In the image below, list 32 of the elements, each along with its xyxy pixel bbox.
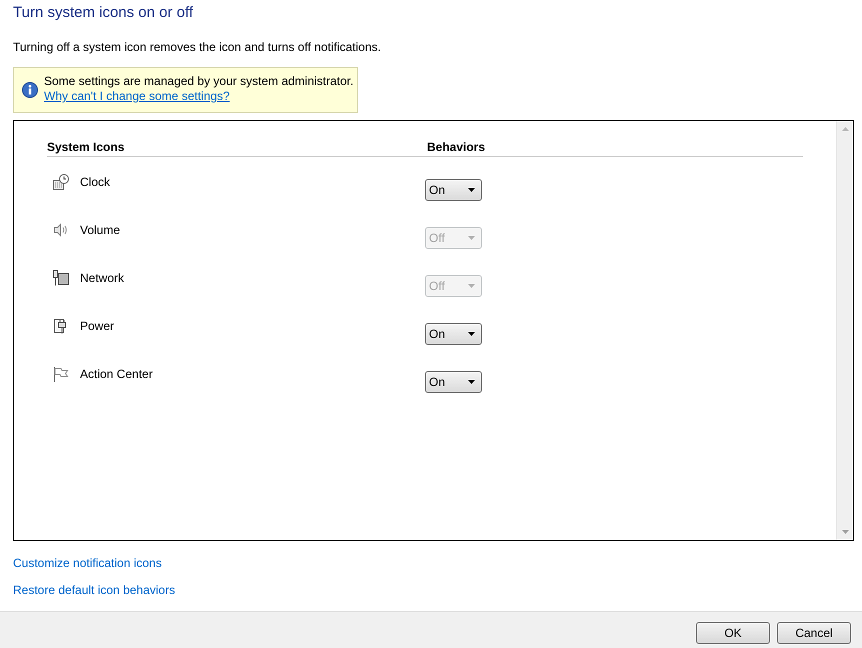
icon-name: Clock	[80, 174, 112, 190]
behavior-dropdown[interactable]: On	[425, 179, 482, 201]
caret-icon	[468, 332, 475, 336]
notice-text: Some settings are managed by your system administrator.	[44, 73, 354, 89]
icon-name: Volume	[80, 222, 122, 238]
scroll-down-icon[interactable]	[842, 530, 848, 534]
caret-icon	[468, 188, 475, 192]
scroll-up-icon[interactable]	[842, 127, 848, 131]
scrollbar[interactable]	[836, 121, 853, 540]
calendar-clock-icon	[53, 174, 69, 190]
caret-icon	[468, 236, 475, 240]
behavior-dropdown[interactable]: On	[425, 371, 482, 393]
icon-name: Power	[80, 318, 116, 334]
ok-button[interactable]: OK	[696, 622, 770, 644]
customize-link[interactable]: Customize notification icons	[13, 555, 162, 571]
column-header: System Icons	[47, 139, 126, 155]
behavior-dropdown[interactable]: On	[425, 323, 482, 345]
page-title: Turn system icons on or off	[13, 3, 194, 23]
network-icon	[53, 270, 69, 286]
column-header: Behaviors	[427, 139, 486, 155]
icon-name: Action Center	[80, 366, 154, 382]
flag-icon	[53, 366, 69, 382]
caret-icon	[468, 284, 475, 288]
cancel-button[interactable]: Cancel	[777, 622, 851, 644]
restore-link[interactable]: Restore default icon behaviors	[13, 582, 176, 598]
description-text: Turning off a system icon removes the icon and turns off notifications.	[13, 39, 381, 55]
caret-icon	[468, 380, 475, 384]
help-link[interactable]: Why can't I change some settings?	[44, 89, 230, 103]
speaker-icon	[53, 222, 69, 238]
info-icon	[22, 82, 38, 98]
plug-icon	[53, 318, 69, 334]
icon-name: Network	[80, 270, 126, 286]
